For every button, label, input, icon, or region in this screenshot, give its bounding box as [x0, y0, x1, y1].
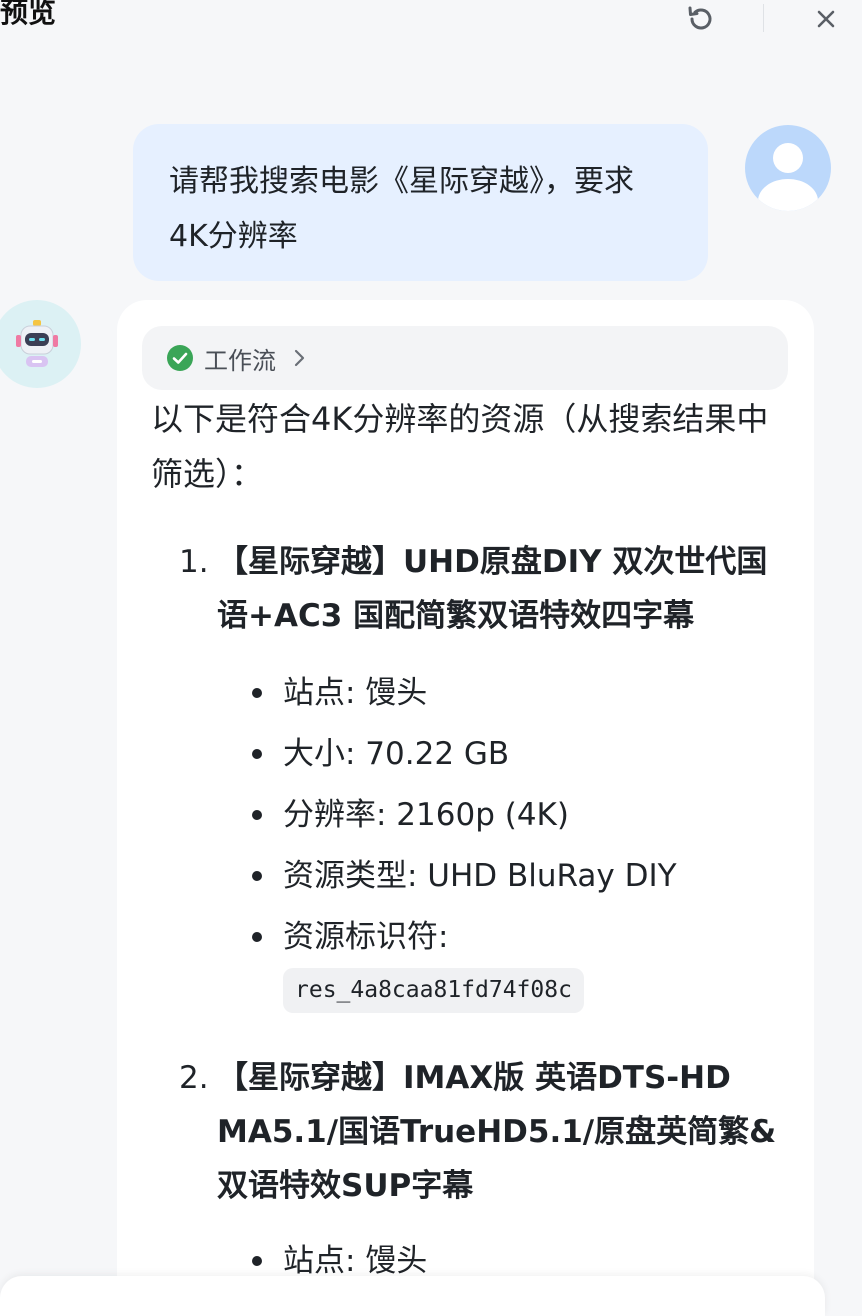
user-avatar [745, 125, 831, 211]
user-message-text: 请帮我搜索电影《星际穿越》，要求4K分辨率 [169, 164, 634, 254]
workflow-toggle[interactable]: 工作流 [142, 326, 788, 390]
page-title: 预览 [0, 0, 57, 29]
result-title: 【星际穿越】UHD原盘DIY 双次世代国语+AC3 国配简繁双语特效四字幕 [217, 544, 768, 634]
header-divider [763, 4, 764, 32]
refresh-icon[interactable] [683, 2, 717, 36]
bot-avatar [0, 300, 81, 388]
input-panel [0, 1276, 825, 1316]
user-message-bubble: 请帮我搜索电影《星际穿越》，要求4K分辨率 [133, 124, 708, 281]
assistant-message-card: 工作流 以下是符合4K分辨率的资源（从搜索结果中筛选）： 1. 【星际穿越】UH… [117, 300, 814, 1310]
chevron-right-icon [294, 349, 305, 367]
workflow-label: 工作流 [204, 346, 276, 375]
intro-text: 以下是符合4K分辨率的资源（从搜索结果中筛选）： [151, 400, 769, 493]
result-number: 2. [179, 1060, 209, 1096]
result-title: 【星际穿越】IMAX版 英语DTS-HD MA5.1/国语TrueHD5.1/原… [217, 1060, 777, 1204]
close-icon[interactable] [809, 2, 843, 36]
preview-header: 预览 [0, 0, 862, 40]
check-circle-icon [167, 345, 193, 371]
resource-id-code[interactable]: res_4a8caa81fd74f08c [283, 968, 584, 1013]
result-number: 1. [179, 544, 209, 580]
